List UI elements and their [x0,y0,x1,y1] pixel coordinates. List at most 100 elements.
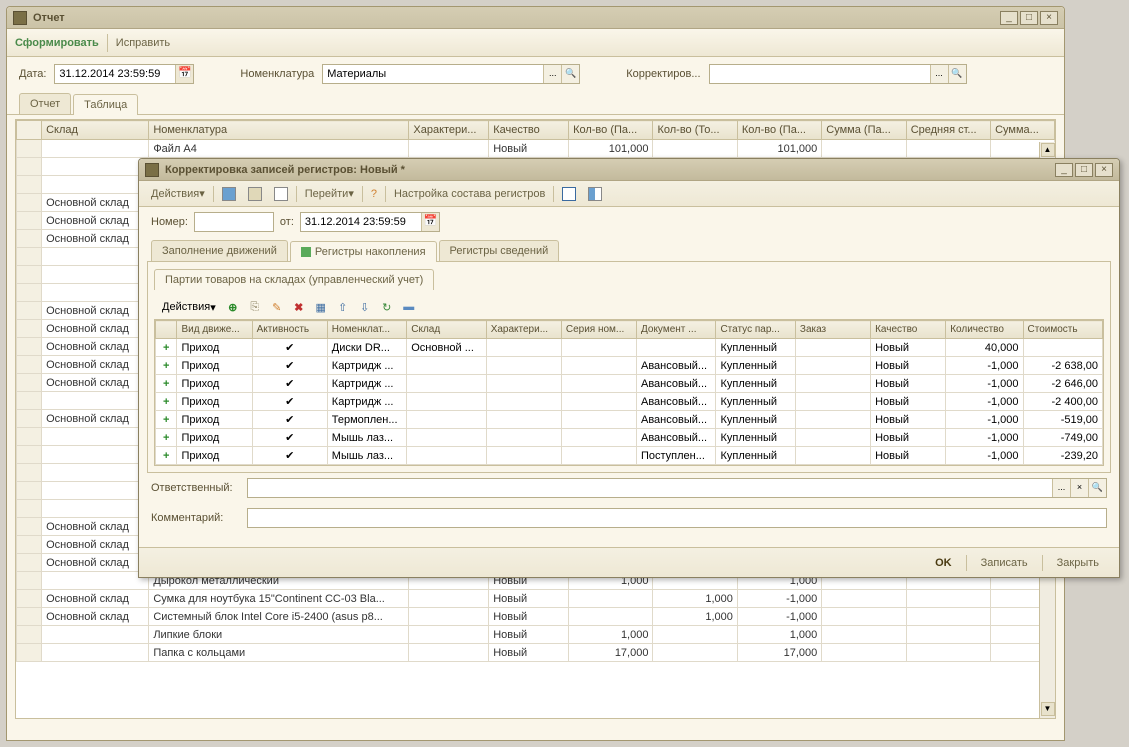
modal-col-header[interactable]: Характери... [486,321,561,339]
table-row[interactable]: +Приход✔Картридж ...Авансовый...Купленны… [156,375,1103,393]
columns-icon[interactable] [584,185,606,203]
responsible-input[interactable] [248,482,1052,494]
modal-close-button[interactable]: × [1095,163,1113,177]
responsible-clear-icon[interactable]: × [1070,479,1088,497]
goto-dropdown[interactable]: Перейти ▾ [301,185,358,202]
main-col-header[interactable]: Сумма... [991,121,1055,140]
table-row[interactable]: Липкие блокиНовый1,0001,000 [17,626,1055,644]
responsible-search-icon[interactable]: 🔍 [1088,479,1106,497]
main-col-header[interactable]: Качество [489,121,569,140]
tab-table[interactable]: Таблица [73,94,138,115]
nomen-select-icon[interactable]: ... [543,65,561,83]
modal-col-header[interactable]: Заказ [795,321,870,339]
modal-col-header[interactable]: Качество [871,321,946,339]
modal-col-header[interactable]: Количество [946,321,1023,339]
modal-col-header[interactable]: Стоимость [1023,321,1102,339]
modal-grid[interactable]: Вид движе...АктивностьНоменклат...СкладХ… [155,320,1103,465]
table-row[interactable]: +Приход✔Термоплен...Авансовый...Купленны… [156,411,1103,429]
list-icon[interactable] [558,185,580,203]
table-row[interactable]: +Приход✔Диски DR...Основной ...Купленный… [156,339,1103,357]
scroll-down-icon[interactable]: ▼ [1041,702,1055,716]
modal-col-header[interactable]: Серия ном... [561,321,636,339]
minimize-button[interactable]: _ [1000,11,1018,25]
table-row[interactable]: +Приход✔Мышь лаз...Авансовый...Купленный… [156,429,1103,447]
number-label: Номер: [151,216,188,228]
modal-col-header[interactable]: Номенклат... [327,321,406,339]
add-row-icon[interactable]: ⊕ [224,298,242,316]
help-icon[interactable]: ? [367,186,381,202]
main-col-header[interactable]: Склад [42,121,149,140]
fix-button[interactable]: Исправить [116,37,170,49]
edit-row-icon[interactable]: ✎ [268,298,286,316]
main-col-header[interactable]: Характери... [409,121,489,140]
date-input[interactable] [55,68,175,80]
main-col-header[interactable]: Кол-во (То... [653,121,737,140]
post-icon[interactable] [244,185,266,203]
actions-dropdown[interactable]: Действия ▾ [147,185,209,202]
modal-maximize-button[interactable]: □ [1075,163,1093,177]
table-row[interactable]: Основной складСумка для ноутбука 15"Cont… [17,590,1055,608]
table-row[interactable]: +Приход✔Картридж ...Авансовый...Купленны… [156,393,1103,411]
corr-select-icon[interactable]: ... [930,65,948,83]
tab-body: Партии товаров на складах (управленчески… [147,261,1111,473]
doc-icon[interactable] [270,185,292,203]
table-row[interactable]: +Приход✔Картридж ...Авансовый...Купленны… [156,357,1103,375]
app-icon [13,11,27,25]
close-modal-button[interactable]: Закрыть [1047,554,1109,572]
tab-fill[interactable]: Заполнение движений [151,240,288,261]
from-calendar-icon[interactable]: 📅 [421,213,439,231]
modal-minimize-button[interactable]: _ [1055,163,1073,177]
main-col-header[interactable]: Средняя ст... [906,121,990,140]
mark-row-icon[interactable]: ▦ [312,298,330,316]
nomen-search-icon[interactable]: 🔍 [561,65,579,83]
corr-input[interactable] [710,68,930,80]
save-button[interactable]: Записать [971,554,1038,572]
subtabs: Партии товаров на складах (управленчески… [154,268,1104,289]
corr-search-icon[interactable]: 🔍 [948,65,966,83]
tab-accum[interactable]: Регистры накопления [290,241,437,262]
move-up-icon[interactable]: ⇧ [334,298,352,316]
modal-col-header[interactable] [156,321,177,339]
delete-row-icon[interactable]: ✖ [290,298,308,316]
nomen-label: Номенклатура [240,68,314,80]
modal-col-header[interactable]: Активность [252,321,327,339]
main-toolbar: Сформировать Исправить [7,29,1064,57]
main-titlebar[interactable]: Отчет _ □ × [7,7,1064,29]
nomen-input[interactable] [323,68,543,80]
main-col-header[interactable]: Кол-во (Па... [737,121,821,140]
modal-col-header[interactable]: Документ ... [637,321,716,339]
grid-toolbar: Действия ▾ ⊕ ⎘ ✎ ✖ ▦ ⇧ ⇩ ↻ ▬ [154,295,1104,319]
tab-info[interactable]: Регистры сведений [439,240,560,261]
scroll-up-icon[interactable]: ▲ [1041,143,1055,157]
move-down-icon[interactable]: ⇩ [356,298,374,316]
responsible-select-icon[interactable]: ... [1052,479,1070,497]
ok-button[interactable]: OK [925,554,962,572]
table-row[interactable]: Папка с кольцамиНовый17,00017,000 [17,644,1055,662]
main-col-header[interactable]: Кол-во (Па... [569,121,653,140]
number-input[interactable] [194,212,274,232]
from-date-input[interactable] [301,216,421,228]
config-button[interactable]: Настройка состава регистров [390,186,549,202]
modal-titlebar[interactable]: Корректировка записей регистров: Новый *… [139,159,1119,181]
modal-col-header[interactable]: Статус пар... [716,321,795,339]
tab-report[interactable]: Отчет [19,93,71,114]
chart-icon[interactable]: ▬ [400,298,418,316]
maximize-button[interactable]: □ [1020,11,1038,25]
main-col-header[interactable]: Номенклатура [149,121,409,140]
copy-row-icon[interactable]: ⎘ [246,298,264,316]
save-icon[interactable] [218,185,240,203]
table-row[interactable]: Файл А4Новый101,000101,000 [17,140,1055,158]
calendar-icon[interactable]: 📅 [175,65,193,83]
subtab-parties[interactable]: Партии товаров на складах (управленчески… [154,269,434,290]
table-row[interactable]: +Приход✔Мышь лаз...Поступлен...Купленный… [156,447,1103,465]
main-col-header[interactable]: Сумма (Па... [822,121,906,140]
modal-col-header[interactable]: Склад [407,321,486,339]
close-button[interactable]: × [1040,11,1058,25]
grid-actions-dropdown[interactable]: Действия ▾ [158,298,220,316]
table-row[interactable]: Основной складСистемный блок Intel Core … [17,608,1055,626]
modal-col-header[interactable]: Вид движе... [177,321,252,339]
form-button[interactable]: Сформировать [15,37,99,49]
comment-input[interactable] [248,512,1106,524]
number-row: Номер: от: 📅 [139,207,1119,237]
refresh-icon[interactable]: ↻ [378,298,396,316]
